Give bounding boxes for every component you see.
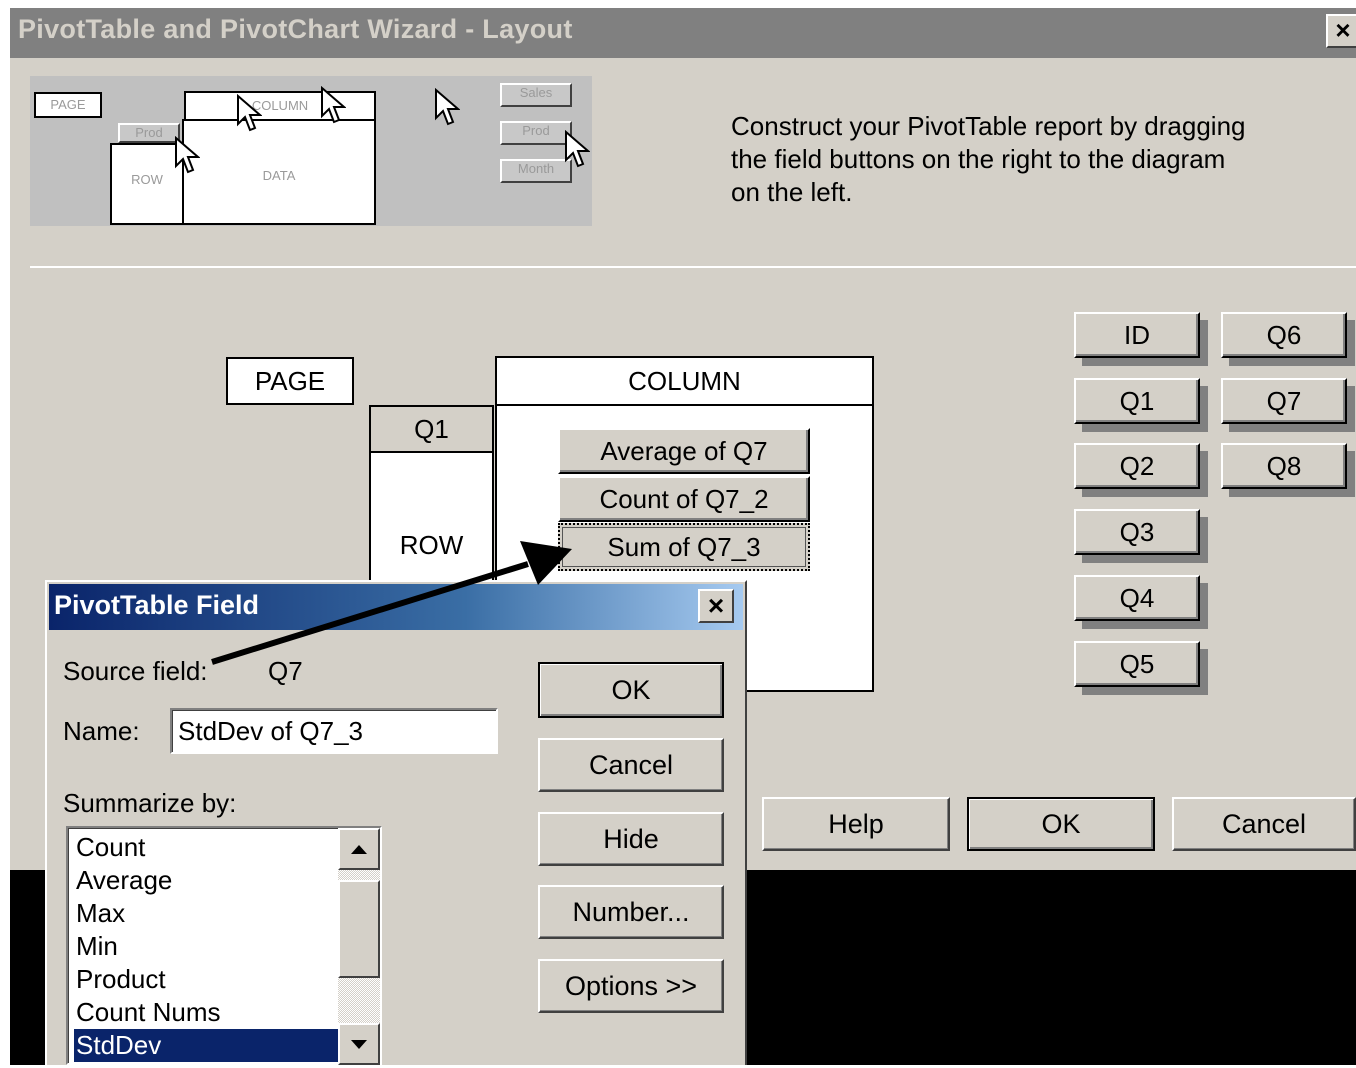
field-button-id[interactable]: ID [1074,312,1200,358]
number-button[interactable]: Number... [538,885,724,939]
summarize-by-list[interactable]: Count Average Max Min Product Count Nums… [66,826,382,1065]
name-input[interactable] [170,708,498,754]
ok-button[interactable]: OK [967,797,1155,851]
hide-button[interactable]: Hide [538,812,724,866]
cursor-icon [237,94,262,132]
field-cancel-button[interactable]: Cancel [538,738,724,792]
cursor-icon [565,130,590,168]
field-button-q2[interactable]: Q2 [1074,443,1200,489]
data-field-count-q7-2[interactable]: Count of Q7_2 [558,476,810,522]
row-drop-area[interactable] [369,451,494,591]
row-field-q1[interactable]: Q1 [369,405,494,453]
field-button-q7[interactable]: Q7 [1221,378,1347,424]
field-ok-button[interactable]: OK [538,662,724,718]
scroll-thumb[interactable] [338,880,380,978]
summarize-by-label: Summarize by: [63,788,237,818]
scroll-up-button[interactable] [338,828,380,870]
data-field-sum-q7-3[interactable]: Sum of Q7_3 [558,523,810,571]
thumb-prod-field: Prod [118,123,180,143]
cancel-button[interactable]: Cancel [1172,797,1356,851]
list-item[interactable]: Product [74,963,342,996]
thumb-column: COLUMN [184,91,376,121]
cursor-icon [321,86,346,124]
field-button-q1[interactable]: Q1 [1074,378,1200,424]
list-item[interactable]: Max [74,897,342,930]
list-item-selected[interactable]: StdDev [73,1028,343,1063]
list-item[interactable]: Min [74,930,342,963]
data-field-average-q7[interactable]: Average of Q7 [558,428,810,474]
cursor-icon [175,136,200,174]
field-button-q6[interactable]: Q6 [1221,312,1347,358]
instructions-text: Construct your PivotTable report by drag… [731,111,1246,207]
arrow-down-icon [351,1040,367,1049]
field-dialog-close-button[interactable]: × [698,589,734,623]
field-button-q4[interactable]: Q4 [1074,575,1200,621]
thumb-data: DATA [182,119,376,225]
source-field-value: Q7 [268,656,303,686]
column-label: COLUMN [628,366,741,396]
list-item[interactable]: Count Nums [74,996,342,1029]
separator [30,266,1356,268]
thumb-row: ROW [110,143,184,225]
help-button[interactable]: Help [762,797,950,851]
list-item[interactable]: Count [74,831,342,864]
wizard-close-button[interactable]: × [1326,14,1356,48]
list-item[interactable]: Average [74,864,342,897]
row-label: ROW [399,530,464,560]
thumb-page: PAGE [34,92,102,118]
name-label: Name: [63,716,140,746]
field-button-q8[interactable]: Q8 [1221,443,1347,489]
cursor-icon [435,88,460,126]
options-button[interactable]: Options >> [538,959,724,1013]
thumb-month-button: Month [500,159,572,183]
field-button-q3[interactable]: Q3 [1074,509,1200,555]
arrow-up-icon [351,845,367,854]
source-field-label: Source field: [63,656,208,686]
wizard-title: PivotTable and PivotChart Wizard - Layou… [18,14,573,44]
column-drop-area[interactable]: COLUMN [495,356,874,406]
field-button-q5[interactable]: Q5 [1074,641,1200,687]
field-dialog-title: PivotTable Field [54,590,260,620]
page-drop-area[interactable]: PAGE [226,357,354,405]
page-label: PAGE [254,366,326,396]
thumb-prod-button: Prod [500,121,572,145]
scroll-down-button[interactable] [338,1023,380,1065]
thumb-sales-button: Sales [500,83,572,107]
